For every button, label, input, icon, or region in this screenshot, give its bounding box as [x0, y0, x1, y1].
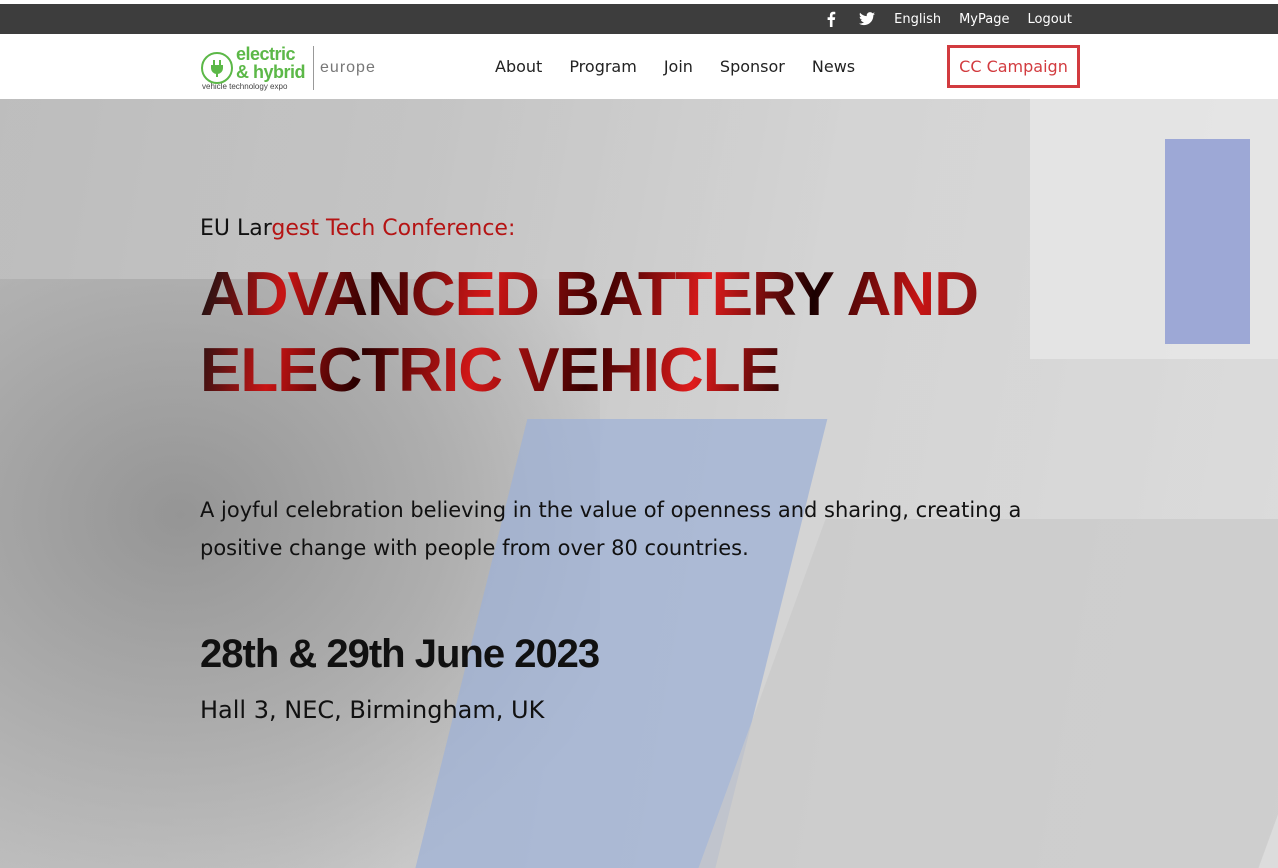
eyebrow-prefix: EU Lar	[200, 216, 272, 241]
facebook-icon[interactable]	[822, 10, 840, 28]
main-navbar: electric & hybrid vehicle technology exp…	[0, 34, 1278, 99]
mypage-link[interactable]: MyPage	[959, 12, 1009, 27]
event-venue: Hall 3, NEC, Birmingham, UK	[200, 696, 545, 724]
utility-bar: English MyPage Logout	[0, 4, 1278, 34]
projection-screen-image	[1165, 139, 1250, 344]
nav-join[interactable]: Join	[664, 57, 693, 76]
logo-wordmark: electric & hybrid vehicle technology exp…	[202, 44, 306, 91]
eyebrow-highlight: gest Tech Conference:	[271, 216, 516, 241]
logout-link[interactable]: Logout	[1027, 12, 1072, 27]
nav-program[interactable]: Program	[569, 57, 637, 76]
hero-headline: ADVANCED BATTERY AND ELECTRIC VEHICLE	[200, 257, 1060, 409]
logo-line-3: vehicle technology expo	[202, 82, 288, 91]
hero-tagline: A joyful celebration believing in the va…	[200, 498, 1022, 560]
logo-divider	[313, 46, 315, 90]
utility-links: English MyPage Logout	[822, 4, 1072, 34]
event-dates: 28th & 29th June 2023	[200, 632, 600, 676]
language-link[interactable]: English	[894, 12, 941, 27]
nav-about[interactable]: About	[495, 57, 542, 76]
headline-line-1: ADVANCED BATTERY AND	[200, 260, 978, 329]
hero-background-photo	[0, 99, 1278, 868]
logo-region: europe	[320, 59, 376, 76]
plug-icon	[201, 52, 233, 84]
hero-section: EU Largest Tech Conference: ADVANCED BAT…	[0, 99, 1278, 868]
headline-line-2: ELECTRIC VEHICLE	[200, 336, 780, 405]
nav-news[interactable]: News	[812, 57, 855, 76]
nav-sponsor[interactable]: Sponsor	[720, 57, 785, 76]
logo-line-2: & hybrid	[236, 62, 306, 82]
cc-campaign-button[interactable]: CC Campaign	[947, 45, 1080, 88]
twitter-icon[interactable]	[858, 10, 876, 28]
logo-line-1: electric	[236, 44, 296, 64]
hero-eyebrow: EU Largest Tech Conference:	[200, 216, 515, 241]
primary-nav: About Program Join Sponsor News	[495, 34, 855, 99]
site-logo[interactable]: electric & hybrid vehicle technology exp…	[201, 44, 376, 92]
